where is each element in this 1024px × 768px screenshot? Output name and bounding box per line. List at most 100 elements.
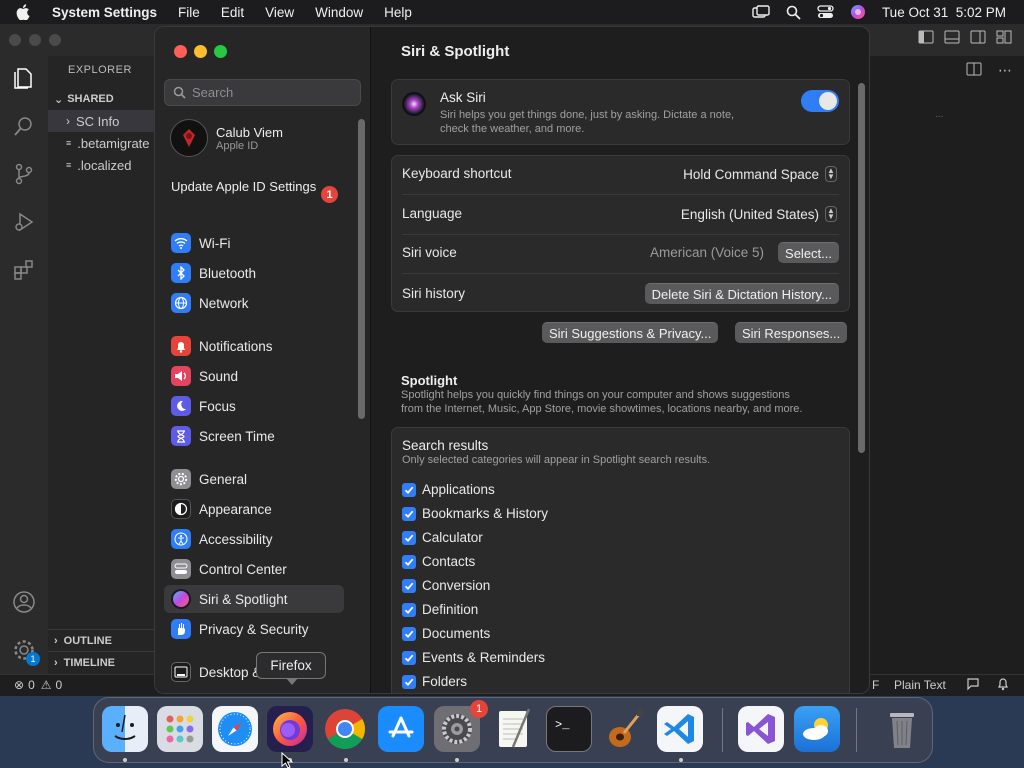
visual-studio-icon[interactable]	[738, 706, 784, 752]
timeline-section[interactable]: › TIMELINE	[48, 651, 158, 673]
extensions-icon[interactable]	[12, 258, 36, 282]
vscode-close-button[interactable]	[9, 34, 21, 46]
menu-window[interactable]: Window	[315, 5, 363, 20]
clock[interactable]: Tue Oct 31 5:02 PM	[882, 5, 1006, 20]
divider	[402, 234, 839, 235]
checkbox-label: Applications	[422, 482, 495, 497]
accounts-icon[interactable]	[12, 590, 36, 614]
trash-icon[interactable]	[879, 706, 925, 752]
firefox-icon[interactable]	[267, 706, 313, 752]
apple-menu-icon[interactable]	[16, 4, 38, 20]
weather-icon[interactable]	[794, 706, 840, 752]
menu-help[interactable]: Help	[384, 5, 412, 20]
spotlight-description: Spotlight helps you quickly find things …	[401, 388, 802, 416]
siri-responses-button[interactable]: Siri Responses...	[735, 322, 848, 343]
run-debug-icon[interactable]	[12, 210, 36, 234]
sidebar-item-network[interactable]: Network	[164, 289, 344, 317]
sidebar-item-bluetooth[interactable]: Bluetooth	[164, 259, 344, 287]
delete-siri-history-button[interactable]: Delete Siri & Dictation History...	[644, 283, 839, 304]
language-popup[interactable]: English (United States) ▲ ▼	[681, 206, 837, 222]
menu-edit[interactable]: Edit	[221, 5, 244, 20]
checkbox-applications[interactable]: Applications	[402, 482, 495, 497]
problems-indicator[interactable]: ⊗ 0 ⚠ 0	[14, 678, 62, 692]
checkbox-documents[interactable]: Documents	[402, 626, 490, 641]
split-editor-icon[interactable]	[966, 62, 982, 79]
more-actions-icon[interactable]: ⋯	[998, 62, 1012, 79]
sidebar-item-appearance[interactable]: Appearance	[164, 495, 344, 523]
checkbox-events-reminders[interactable]: Events & Reminders	[402, 650, 545, 665]
checkmark-icon	[402, 602, 416, 617]
vscode-zoom-button[interactable]	[49, 34, 61, 46]
sidebar-item-siri-spotlight[interactable]: Siri & Spotlight	[164, 585, 344, 613]
ask-siri-toggle[interactable]	[801, 90, 839, 112]
search-input[interactable]	[192, 85, 352, 100]
toggle-primary-sidebar-icon[interactable]	[918, 30, 934, 47]
feedback-icon[interactable]	[966, 677, 980, 694]
sidebar-item-accessibility[interactable]: Accessibility	[164, 525, 344, 553]
sidebar-item-screen-time[interactable]: Screen Time	[164, 422, 344, 450]
vscode-icon[interactable]	[657, 706, 703, 752]
minimize-button[interactable]	[194, 45, 207, 58]
status-fragment: F	[872, 678, 880, 692]
menu-file[interactable]: File	[178, 5, 200, 20]
content-scrollbar[interactable]	[858, 83, 865, 453]
folder-label: SHARED	[67, 93, 114, 105]
toggle-panel-icon[interactable]	[944, 30, 960, 47]
finder-icon[interactable]	[102, 706, 148, 752]
language-mode[interactable]: Plain Text	[894, 678, 946, 692]
checkbox-conversion[interactable]: Conversion	[402, 578, 490, 593]
ask-siri-card: Ask Siri Siri helps you get things done,…	[391, 79, 850, 145]
sidebar-item-privacy-security[interactable]: Privacy & Security	[164, 615, 344, 643]
siri-icon[interactable]	[850, 4, 866, 20]
terminal-icon[interactable]: >_	[546, 706, 592, 752]
safari-icon[interactable]	[212, 706, 258, 752]
checkbox-contacts[interactable]: Contacts	[402, 554, 475, 569]
checkbox-calculator[interactable]: Calculator	[402, 530, 483, 545]
zoom-button[interactable]	[214, 45, 227, 58]
explorer-icon[interactable]	[12, 66, 36, 90]
menu-app-name[interactable]: System Settings	[52, 5, 157, 20]
customize-layout-icon[interactable]	[996, 30, 1012, 47]
sidebar-item-general[interactable]: General	[164, 465, 344, 493]
garageband-icon[interactable]	[601, 706, 647, 752]
sidebar-item-notifications[interactable]: Notifications	[164, 332, 344, 360]
checkbox-definition[interactable]: Definition	[402, 602, 478, 617]
sidebar-item-focus[interactable]: Focus	[164, 392, 344, 420]
siri-suggestions-privacy-button[interactable]: Siri Suggestions & Privacy...	[542, 322, 719, 343]
search-icon[interactable]	[12, 114, 36, 138]
apple-id-account[interactable]: Calub Viem Apple ID	[170, 119, 283, 157]
source-control-icon[interactable]	[12, 162, 36, 186]
menu-view[interactable]: View	[265, 5, 294, 20]
tree-item-label: .localized	[77, 157, 132, 173]
tree-item-localized[interactable]: ≡ .localized	[48, 154, 131, 176]
chrome-icon[interactable]	[322, 706, 368, 752]
launchpad-icon[interactable]	[157, 706, 203, 752]
settings-search-field[interactable]	[164, 79, 361, 106]
notifications-bell-icon[interactable]	[996, 677, 1010, 694]
close-button[interactable]	[174, 45, 187, 58]
control-center-icon[interactable]	[817, 5, 834, 19]
description-line: from the Internet, Music, App Store, mov…	[401, 403, 803, 415]
vscode-minimize-button[interactable]	[29, 34, 41, 46]
hand-icon	[171, 619, 191, 639]
keyboard-shortcut-popup[interactable]: Hold Command Space ▲ ▼	[683, 166, 837, 182]
sidebar-item-control-center[interactable]: Control Center	[164, 555, 344, 583]
textedit-icon[interactable]	[490, 706, 536, 752]
sidebar-item-label: Network	[199, 295, 249, 311]
toggle-secondary-sidebar-icon[interactable]	[970, 30, 986, 47]
app-store-icon[interactable]	[378, 706, 424, 752]
siri-voice-select-button[interactable]: Select...	[778, 242, 839, 263]
outline-section[interactable]: › OUTLINE	[48, 629, 158, 651]
checkmark-icon	[402, 506, 416, 521]
tree-item-betamigrate[interactable]: ≡ .betamigrate	[48, 132, 150, 154]
checkbox-folders[interactable]: Folders	[402, 674, 467, 689]
spotlight-search-icon[interactable]	[786, 5, 801, 20]
screen-mirroring-icon[interactable]	[752, 5, 770, 19]
description-line: Siri helps you get things done, just by …	[440, 109, 735, 121]
sidebar-item-sound[interactable]: Sound	[164, 362, 344, 390]
tree-item-sc-info[interactable]: › SC Info	[48, 110, 158, 132]
checkbox-bookmarks-history[interactable]: Bookmarks & History	[402, 506, 548, 521]
folder-shared[interactable]: ⌄ SHARED	[48, 88, 114, 110]
sidebar-item-wifi[interactable]: Wi-Fi	[164, 229, 344, 257]
sidebar-scrollbar[interactable]	[358, 119, 365, 419]
